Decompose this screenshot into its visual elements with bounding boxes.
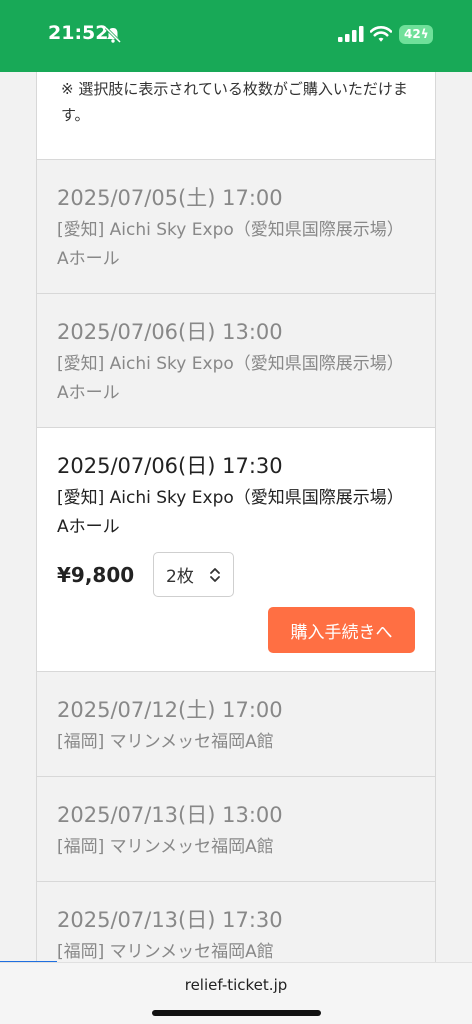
status-time: 21:52 — [48, 22, 109, 44]
quantity-select[interactable]: 2枚 — [153, 552, 234, 597]
performance-venue: [福岡] マリンメッセ福岡A館 — [57, 942, 274, 962]
cellular-signal-icon — [338, 26, 364, 42]
performance-item-selected[interactable]: 2025/07/06(日) 17:30 [愛知] Aichi Sky Expo（… — [37, 428, 435, 672]
chevron-up-down-icon — [210, 567, 220, 582]
performance-item[interactable]: 2025/07/06(日) 13:00 [愛知] Aichi Sky Expo（… — [37, 294, 435, 428]
performance-item[interactable]: 2025/07/12(土) 17:00 [福岡] マリンメッセ福岡A館 — [37, 672, 435, 777]
bell-slash-icon — [104, 26, 122, 44]
performance-item[interactable]: 2025/07/13(日) 17:30 [福岡] マリンメッセ福岡A館 — [37, 882, 435, 962]
performance-date: 2025/07/12(土) 17:00 — [57, 698, 283, 722]
address-bar-url[interactable]: relief-ticket.jp — [0, 976, 472, 994]
charging-icon: ϟ — [420, 27, 429, 41]
performance-date: 2025/07/13(日) 13:00 — [57, 803, 283, 827]
price-row: ¥9,800 2枚 — [57, 552, 415, 597]
buy-row: 購入手続きへ — [57, 607, 415, 653]
wifi-icon — [370, 26, 392, 42]
performance-date: 2025/07/13(日) 17:30 — [57, 908, 283, 932]
performance-item[interactable]: 2025/07/05(土) 17:00 [愛知] Aichi Sky Expo（… — [37, 160, 435, 294]
performance-item[interactable]: 2025/07/13(日) 13:00 [福岡] マリンメッセ福岡A館 — [37, 777, 435, 882]
home-indicator[interactable] — [152, 1010, 321, 1016]
quantity-value: 2枚 — [166, 567, 194, 587]
performance-venue: [福岡] マリンメッセ福岡A館 — [57, 837, 274, 857]
performance-date: 2025/07/06(日) 13:00 — [57, 320, 283, 344]
purchase-button[interactable]: 購入手続きへ — [268, 607, 415, 653]
browser-bottom-bar: relief-ticket.jp — [0, 962, 472, 1024]
ticket-price: ¥9,800 — [57, 562, 135, 587]
performance-list[interactable]: ※ 選択肢に表示されている枚数がご購入いただけます。 2025/07/05(土)… — [36, 72, 436, 962]
quantity-note: ※ 選択肢に表示されている枚数がご購入いただけます。 — [37, 72, 435, 160]
performance-venue: [愛知] Aichi Sky Expo（愛知県国際展示場）Aホール — [57, 220, 404, 269]
performance-venue: [愛知] Aichi Sky Expo（愛知県国際展示場）Aホール — [57, 488, 404, 537]
quantity-note-text: ※ 選択肢に表示されている枚数がご購入いただけます。 — [61, 80, 408, 124]
status-bar: 21:52 42ϟ — [0, 0, 472, 72]
battery-indicator: 42ϟ — [399, 25, 433, 44]
performance-date: 2025/07/05(土) 17:00 — [57, 186, 283, 210]
performance-venue: [愛知] Aichi Sky Expo（愛知県国際展示場）Aホール — [57, 354, 404, 403]
battery-level: 42 — [404, 27, 421, 41]
performance-date: 2025/07/06(日) 17:30 — [57, 454, 283, 478]
performance-venue: [福岡] マリンメッセ福岡A館 — [57, 732, 274, 752]
